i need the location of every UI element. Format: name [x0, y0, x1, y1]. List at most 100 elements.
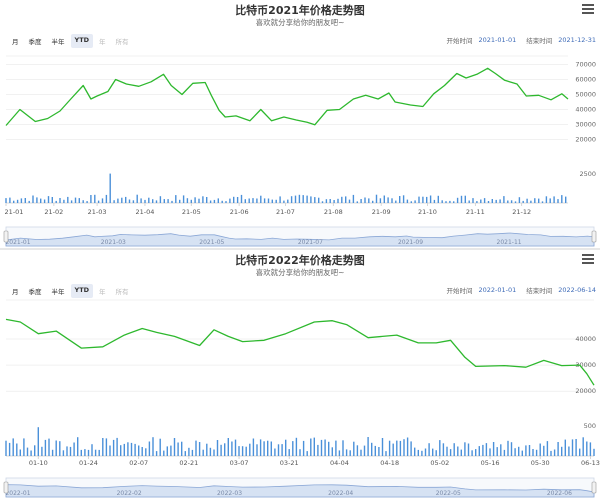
volume-bar	[240, 194, 243, 203]
volume-bar	[73, 442, 75, 456]
volume-bar	[325, 199, 328, 203]
volume-bar	[395, 200, 397, 203]
volume-bar	[388, 440, 391, 456]
navigator-label: 2022-02	[117, 490, 142, 497]
volume-bar	[318, 197, 320, 203]
volume-bar	[374, 445, 376, 456]
volume-bar	[530, 200, 532, 203]
range-button-month[interactable]: 月	[8, 34, 23, 48]
volume-bar	[579, 448, 581, 456]
price-grid: 20000 30000 40000 50000 60000 70000	[6, 55, 596, 144]
range-button-ytd[interactable]: YTD	[70, 34, 94, 48]
volume-bar	[396, 440, 398, 456]
volume-bar	[507, 200, 509, 203]
range-button-ytd[interactable]: YTD	[70, 284, 94, 298]
volume-bar	[78, 198, 80, 203]
volume-bar	[252, 198, 254, 203]
volume-bar	[152, 199, 154, 203]
volume-bar	[564, 439, 566, 456]
volume-bar	[337, 198, 339, 203]
x-tick-label: 03-07	[230, 459, 249, 467]
volume-bar	[138, 445, 140, 456]
volume-bar	[298, 194, 301, 203]
volume-bar	[102, 438, 104, 456]
volume-bar	[74, 197, 77, 203]
volume-bar	[12, 438, 14, 456]
navigator-label: 2022-01	[5, 490, 30, 497]
volume-bar	[417, 449, 419, 456]
x-tick-label: 03-21	[280, 459, 299, 467]
y-tick-label: 30000	[575, 121, 596, 129]
navigator-handle[interactable]	[591, 230, 597, 243]
x-tick-label: 04-18	[380, 459, 399, 467]
volume-bar	[418, 196, 420, 203]
start-date-input[interactable]: 2022-01-01	[478, 286, 516, 294]
volume-bar	[177, 442, 179, 456]
volume-bar	[445, 201, 447, 203]
start-date-input[interactable]: 2021-01-01	[478, 36, 516, 44]
x-tick-label: 21-08	[324, 208, 343, 216]
volume-bar	[568, 446, 570, 456]
volume-bar	[565, 196, 567, 203]
volume-bar	[410, 201, 412, 203]
volume-bar	[320, 439, 323, 456]
volume-bar	[234, 439, 237, 456]
range-button-year[interactable]: 年	[95, 34, 110, 48]
end-date-input[interactable]: 2022-06-14	[558, 286, 596, 294]
volume-bar	[449, 200, 451, 203]
volume-bar	[198, 198, 200, 203]
volume-bar	[63, 199, 65, 203]
volume-bar	[349, 450, 351, 456]
volume-bar	[23, 438, 25, 456]
range-button-quarter[interactable]: 季度	[25, 34, 46, 48]
range-button-quarter[interactable]: 季度	[25, 284, 46, 298]
range-button-all[interactable]: 所有	[112, 284, 133, 298]
volume-bar	[86, 201, 88, 203]
volume-bar	[375, 194, 378, 203]
volume-bar	[132, 200, 135, 203]
range-button-half-year[interactable]: 半年	[48, 284, 69, 298]
volume-bar	[275, 199, 277, 203]
hamburger-menu-icon[interactable]	[582, 254, 594, 264]
volume-bar	[499, 199, 501, 203]
volume-bar	[24, 198, 26, 203]
volume-bar	[249, 443, 251, 456]
volume-bar	[263, 198, 266, 203]
volume-bar	[345, 196, 347, 203]
volume-bar	[227, 438, 229, 456]
navigator-label: 2021-07	[298, 239, 323, 246]
range-button-all[interactable]: 所有	[112, 34, 133, 48]
x-tick-label: 21-06	[230, 208, 249, 216]
navigator-handle[interactable]	[3, 230, 9, 243]
volume-bar	[182, 195, 185, 203]
volume-bar	[59, 198, 61, 203]
volume-bar	[198, 442, 201, 456]
volume-bar	[553, 196, 555, 203]
chart-subtitle: 喜欢就分享给你的朋友吧~	[255, 18, 345, 27]
range-button-year[interactable]: 年	[95, 284, 110, 298]
range-button-month[interactable]: 月	[8, 284, 23, 298]
volume-bar	[541, 201, 544, 203]
volume-bar	[8, 442, 11, 456]
range-selector: 月 季度 半年 YTD 年 所有	[8, 34, 133, 48]
volume-bar	[155, 200, 158, 203]
navigator: 2022-01 2022-02 2022-03 2022-04 2022-05 2022-…	[3, 477, 597, 498]
volume-bar	[109, 445, 111, 456]
end-date-input[interactable]: 2021-12-31	[558, 36, 596, 44]
volume-bar	[342, 440, 344, 456]
navigator-handle[interactable]	[3, 481, 9, 494]
volume-bar	[87, 449, 90, 456]
volume-bar	[252, 438, 255, 456]
volume-bar	[80, 449, 82, 456]
volume-bar	[476, 201, 478, 203]
hamburger-menu-icon[interactable]	[582, 4, 594, 14]
range-button-half-year[interactable]: 半年	[48, 34, 69, 48]
volume-bar	[464, 195, 466, 203]
volume-bar	[353, 441, 355, 456]
volume-bar	[534, 198, 536, 203]
volume-bar	[306, 451, 308, 456]
volume-bar	[545, 196, 548, 203]
volume-bar	[155, 451, 158, 456]
volume-bar	[363, 445, 366, 456]
navigator-handle[interactable]	[591, 481, 597, 494]
